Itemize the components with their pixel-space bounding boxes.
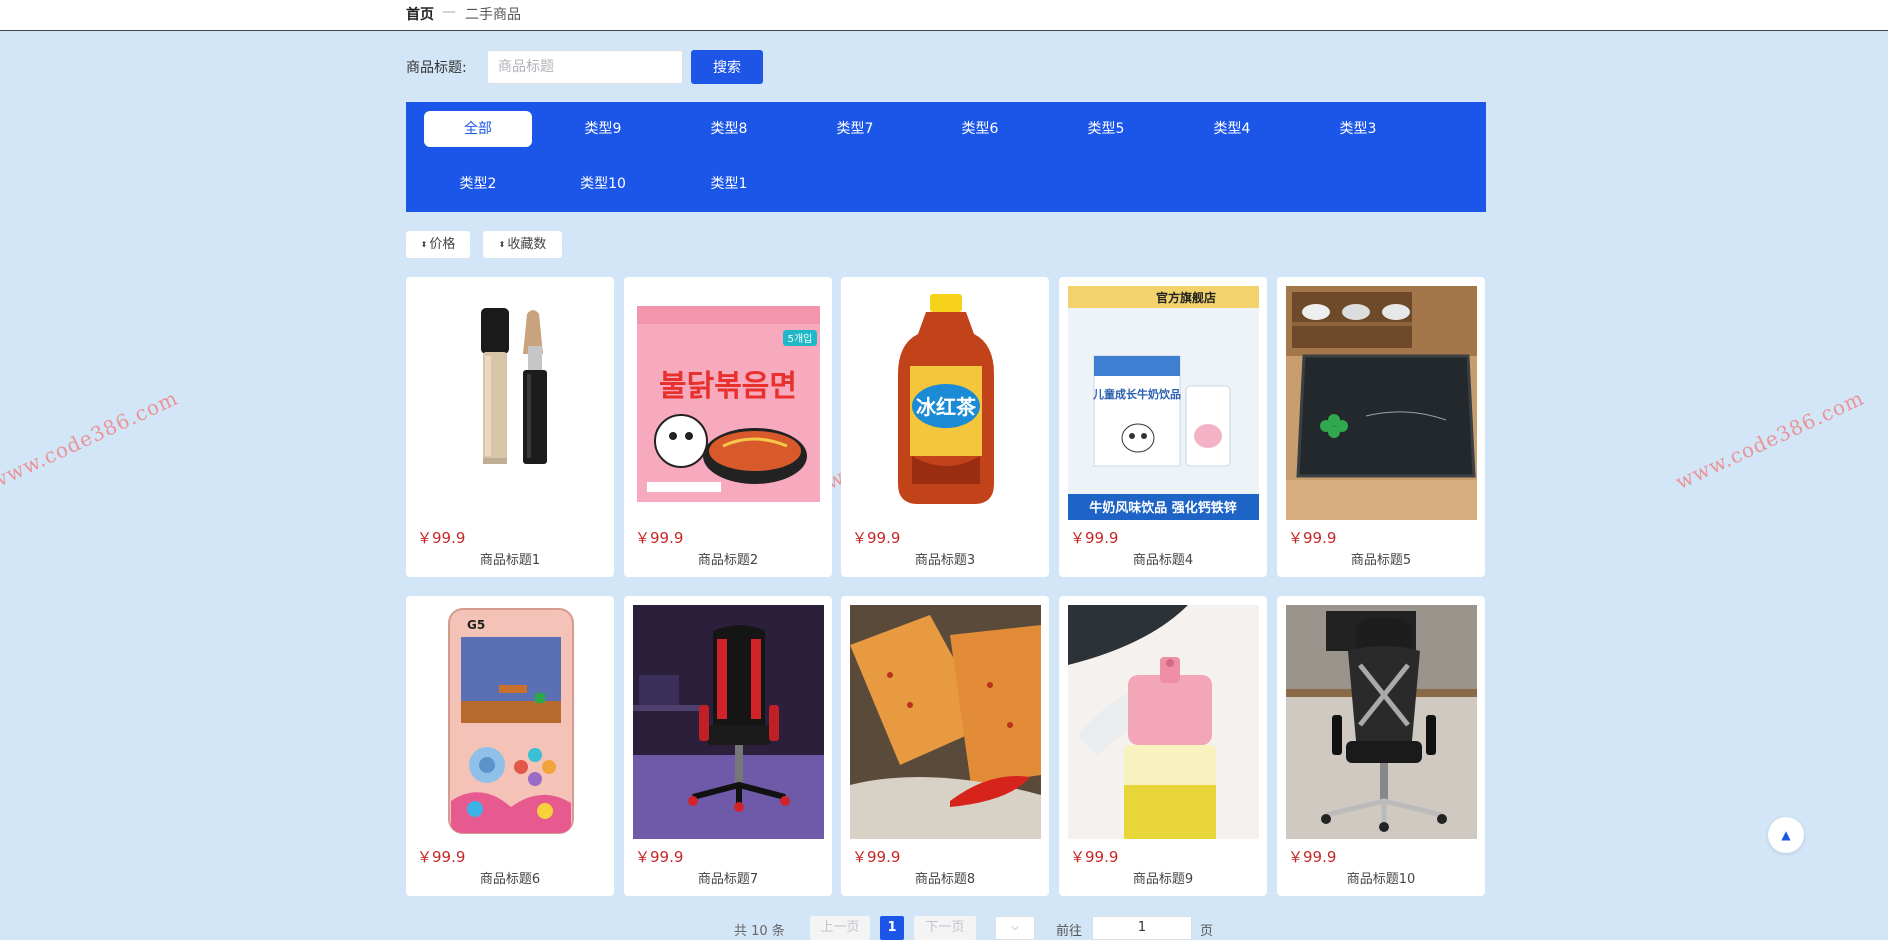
console-brand-text: G5 bbox=[467, 618, 485, 632]
breadcrumb-home-link[interactable]: 首页 bbox=[406, 4, 434, 24]
category-tab-type8[interactable]: 类型8 bbox=[675, 111, 783, 147]
breadcrumb-separator: — bbox=[442, 4, 456, 20]
category-tab-type5[interactable]: 类型5 bbox=[1052, 111, 1160, 147]
breadcrumb-current: 二手商品 bbox=[465, 7, 521, 23]
breadcrumb: 首页 — 二手商品 bbox=[0, 0, 1888, 31]
category-tab-type1[interactable]: 类型1 bbox=[675, 166, 783, 202]
category-tab-type9[interactable]: 类型9 bbox=[549, 111, 657, 147]
watermark: www.code386.com bbox=[0, 385, 182, 494]
product-title[interactable]: 商品标题6 bbox=[406, 868, 614, 887]
category-panel: 全部 类型9 类型8 类型7 类型6 类型5 类型4 类型3 类型2 类型10 … bbox=[406, 102, 1486, 212]
product-title[interactable]: 商品标题5 bbox=[1277, 549, 1485, 568]
product-card[interactable]: 官方旗舰店 儿童成长牛奶饮品 牛奶风味饮品 强化钙铁锌 ￥99.9 商品标题4 bbox=[1059, 277, 1267, 577]
sort-arrows-icon: ⬍ bbox=[420, 240, 428, 249]
pagination-total: 共 10 条 bbox=[734, 924, 785, 939]
category-tab-type4[interactable]: 类型4 bbox=[1178, 111, 1286, 147]
product-card[interactable]: ￥99.9 商品标题7 bbox=[624, 596, 832, 896]
category-tab-type7[interactable]: 类型7 bbox=[801, 111, 909, 147]
product-image-oil-bottle[interactable] bbox=[1068, 605, 1259, 839]
product-image-noodles-pack[interactable]: 5개입 불닭볶음면 bbox=[633, 286, 824, 520]
product-card[interactable]: ￥99.9 商品标题5 bbox=[1277, 277, 1485, 577]
sort-price-label: 价格 bbox=[429, 237, 456, 252]
product-price: ￥99.9 bbox=[852, 529, 901, 547]
back-to-top-button[interactable]: ▲ bbox=[1768, 817, 1804, 853]
milk-header-text: 官方旗舰店 bbox=[1156, 290, 1216, 305]
product-image-spicy-strip-snack[interactable] bbox=[850, 605, 1041, 839]
ice-tea-label-text: 冰红茶 bbox=[916, 395, 977, 419]
arrow-up-icon: ▲ bbox=[1781, 828, 1791, 842]
product-price: ￥99.9 bbox=[417, 529, 466, 547]
chevron-down-icon: ⌵ bbox=[1011, 922, 1019, 933]
product-image-concealer[interactable] bbox=[415, 286, 606, 520]
product-title[interactable]: 商品标题7 bbox=[624, 868, 832, 887]
category-tab-type10[interactable]: 类型10 bbox=[549, 166, 657, 202]
product-image-milk-drink-box[interactable]: 官方旗舰店 儿童成长牛奶饮品 牛奶风味饮品 强化钙铁锌 bbox=[1068, 286, 1259, 520]
goto-label: 前往 bbox=[1056, 924, 1083, 939]
product-title[interactable]: 商品标题9 bbox=[1059, 868, 1267, 887]
product-card[interactable]: ￥99.9 商品标题9 bbox=[1059, 596, 1267, 896]
noodles-badge-text: 5개입 bbox=[788, 332, 813, 345]
goto-page-input[interactable]: 1 bbox=[1092, 916, 1192, 940]
product-title[interactable]: 商品标题10 bbox=[1277, 868, 1485, 887]
product-image-ice-tea-bottle[interactable]: 冰红茶 bbox=[850, 286, 1041, 520]
product-price: ￥99.9 bbox=[1070, 848, 1119, 866]
sort-arrows-icon: ⬍ bbox=[498, 240, 506, 249]
product-price: ￥99.9 bbox=[635, 529, 684, 547]
prev-page-button[interactable]: 上一页 bbox=[810, 916, 870, 940]
category-tab-all[interactable]: 全部 bbox=[424, 111, 532, 147]
sort-by-favorites-button[interactable]: ⬍ 收藏数 bbox=[483, 231, 562, 258]
sort-favorites-label: 收藏数 bbox=[507, 237, 547, 252]
search-input[interactable] bbox=[487, 50, 683, 84]
product-image-gaming-chair[interactable] bbox=[633, 605, 824, 839]
product-title[interactable]: 商品标题3 bbox=[841, 549, 1049, 568]
product-card[interactable]: 冰红茶 ￥99.9 商品标题3 bbox=[841, 277, 1049, 577]
product-card[interactable]: G5 ￥99.9 商品标题6 bbox=[406, 596, 614, 896]
product-title[interactable]: 商品标题2 bbox=[624, 549, 832, 568]
category-tab-type3[interactable]: 类型3 bbox=[1304, 111, 1412, 147]
search-button[interactable]: 搜索 bbox=[691, 50, 763, 84]
product-price: ￥99.9 bbox=[852, 848, 901, 866]
product-image-handheld-game-console[interactable]: G5 bbox=[415, 605, 606, 839]
product-price: ￥99.9 bbox=[635, 848, 684, 866]
milk-box-text: 儿童成长牛奶饮品 bbox=[1092, 387, 1181, 401]
product-title[interactable]: 商品标题8 bbox=[841, 868, 1049, 887]
product-card[interactable]: ￥99.9 商品标题10 bbox=[1277, 596, 1485, 896]
product-title[interactable]: 商品标题1 bbox=[406, 549, 614, 568]
product-price: ￥99.9 bbox=[1070, 529, 1119, 547]
product-price: ￥99.9 bbox=[1288, 529, 1337, 547]
page-size-select[interactable]: ⌵ bbox=[995, 916, 1035, 940]
product-price: ￥99.9 bbox=[1288, 848, 1337, 866]
product-price: ￥99.9 bbox=[417, 848, 466, 866]
product-card[interactable]: 5개입 불닭볶음면 ￥99.9 商品标题2 bbox=[624, 277, 832, 577]
noodles-name-text: 불닭볶음면 bbox=[659, 369, 797, 404]
watermark: www.code386.com bbox=[1671, 385, 1868, 494]
product-image-office-chair[interactable] bbox=[1286, 605, 1477, 839]
sort-by-price-button[interactable]: ⬍ 价格 bbox=[406, 231, 470, 258]
category-tab-type2[interactable]: 类型2 bbox=[424, 166, 532, 202]
next-page-button[interactable]: 下一页 bbox=[914, 916, 976, 940]
product-image-doormat[interactable] bbox=[1286, 286, 1477, 520]
milk-footer-text: 牛奶风味饮品 强化钙铁锌 bbox=[1089, 500, 1237, 516]
category-tab-type6[interactable]: 类型6 bbox=[926, 111, 1034, 147]
page-number-current[interactable]: 1 bbox=[880, 916, 904, 940]
product-card[interactable]: ￥99.9 商品标题8 bbox=[841, 596, 1049, 896]
search-label: 商品标题: bbox=[406, 60, 467, 76]
page-unit-label: 页 bbox=[1200, 924, 1214, 939]
product-title[interactable]: 商品标题4 bbox=[1059, 549, 1267, 568]
product-card[interactable]: ￥99.9 商品标题1 bbox=[406, 277, 614, 577]
